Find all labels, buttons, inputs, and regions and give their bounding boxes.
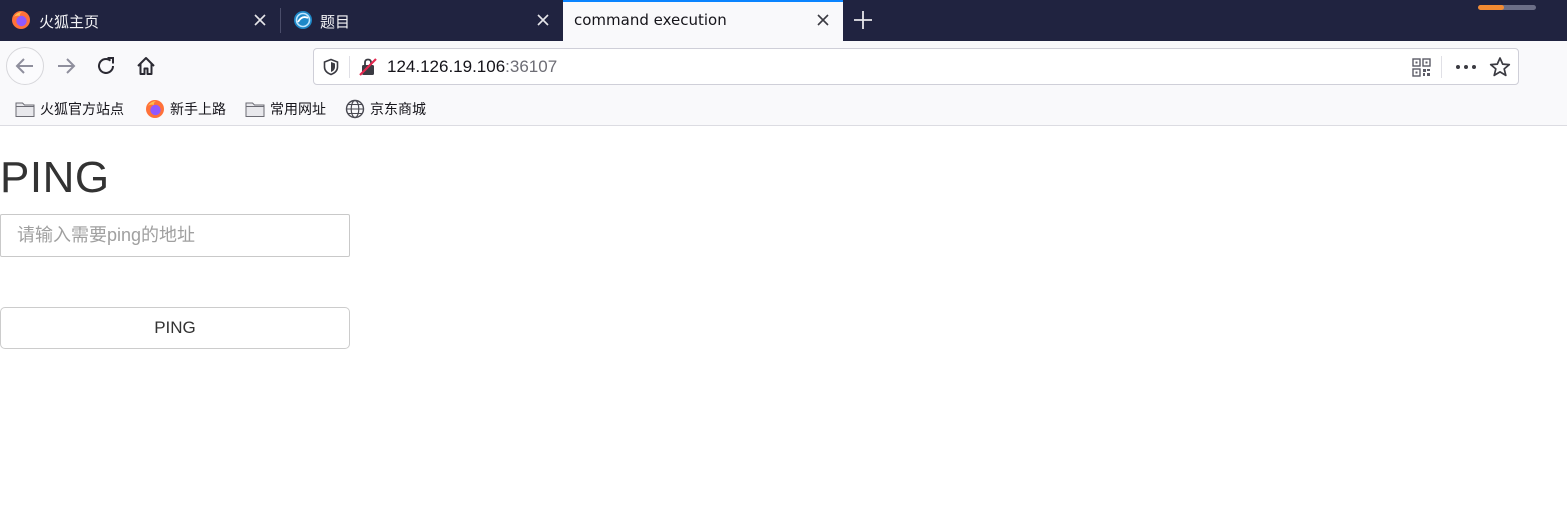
forward-button[interactable] <box>49 49 83 83</box>
bookmark-firefox-official[interactable]: 火狐官方站点 <box>15 99 124 119</box>
url-port: :36107 <box>505 57 558 76</box>
bookmarks-toolbar: 火狐官方站点 新手上路 常用网址 京东商城 <box>0 91 1567 126</box>
more-actions-icon[interactable] <box>1454 59 1478 75</box>
tab-strip: 火狐主页 题目 command execution <box>0 0 1567 41</box>
qr-code-icon[interactable] <box>1412 58 1431 77</box>
globe-icon <box>345 99 365 119</box>
ping-submit-button[interactable]: PING <box>0 307 350 349</box>
insecure-connection-icon[interactable] <box>358 57 378 77</box>
tab-challenge[interactable]: 题目 <box>281 0 563 41</box>
folder-icon <box>15 102 35 117</box>
bookmark-common-sites[interactable]: 常用网址 <box>245 99 326 119</box>
ping-address-input[interactable] <box>0 214 350 257</box>
bookmark-label: 火狐官方站点 <box>40 102 124 118</box>
url-divider <box>1441 56 1442 78</box>
back-button[interactable] <box>6 47 44 85</box>
page-title: PING <box>0 153 110 202</box>
bookmark-label: 新手上路 <box>170 102 226 118</box>
firefox-icon <box>146 100 164 118</box>
bookmark-label: 京东商城 <box>370 102 426 118</box>
folder-icon <box>245 102 265 117</box>
firefox-icon <box>12 11 30 29</box>
globe-favicon-icon <box>294 11 312 29</box>
new-tab-icon[interactable] <box>852 9 874 31</box>
bookmark-jd-mall[interactable]: 京东商城 <box>345 99 426 119</box>
back-arrow-icon <box>15 58 33 74</box>
navigation-toolbar: 124.126.19.106:36107 <box>0 41 1567 91</box>
tracking-protection-shield-icon[interactable] <box>322 58 340 76</box>
home-icon <box>137 57 155 75</box>
bookmark-label: 常用网址 <box>270 102 326 118</box>
tab-command-execution[interactable]: command execution <box>563 0 843 41</box>
page-content: PING PING <box>0 127 1567 525</box>
close-icon[interactable] <box>535 12 551 28</box>
forward-arrow-icon <box>58 58 76 74</box>
tab-title: 题目 <box>320 13 351 31</box>
url-host: 124.126.19.106 <box>387 57 506 76</box>
bookmark-star-icon[interactable] <box>1489 56 1511 78</box>
tab-title: 火狐主页 <box>39 13 100 31</box>
close-icon[interactable] <box>815 12 831 28</box>
reload-button[interactable] <box>89 49 123 83</box>
close-icon[interactable] <box>252 12 268 28</box>
download-progress-fill <box>1478 5 1505 10</box>
url-divider <box>349 56 350 78</box>
bookmark-getting-started[interactable]: 新手上路 <box>145 99 226 119</box>
address-bar[interactable]: 124.126.19.106:36107 <box>313 48 1519 85</box>
tab-title: command execution <box>574 11 727 29</box>
download-progress-bar <box>1478 5 1536 10</box>
tab-firefox-home[interactable]: 火狐主页 <box>0 0 280 41</box>
reload-icon <box>98 57 114 74</box>
home-button[interactable] <box>129 49 163 83</box>
url-text[interactable]: 124.126.19.106:36107 <box>387 57 557 77</box>
